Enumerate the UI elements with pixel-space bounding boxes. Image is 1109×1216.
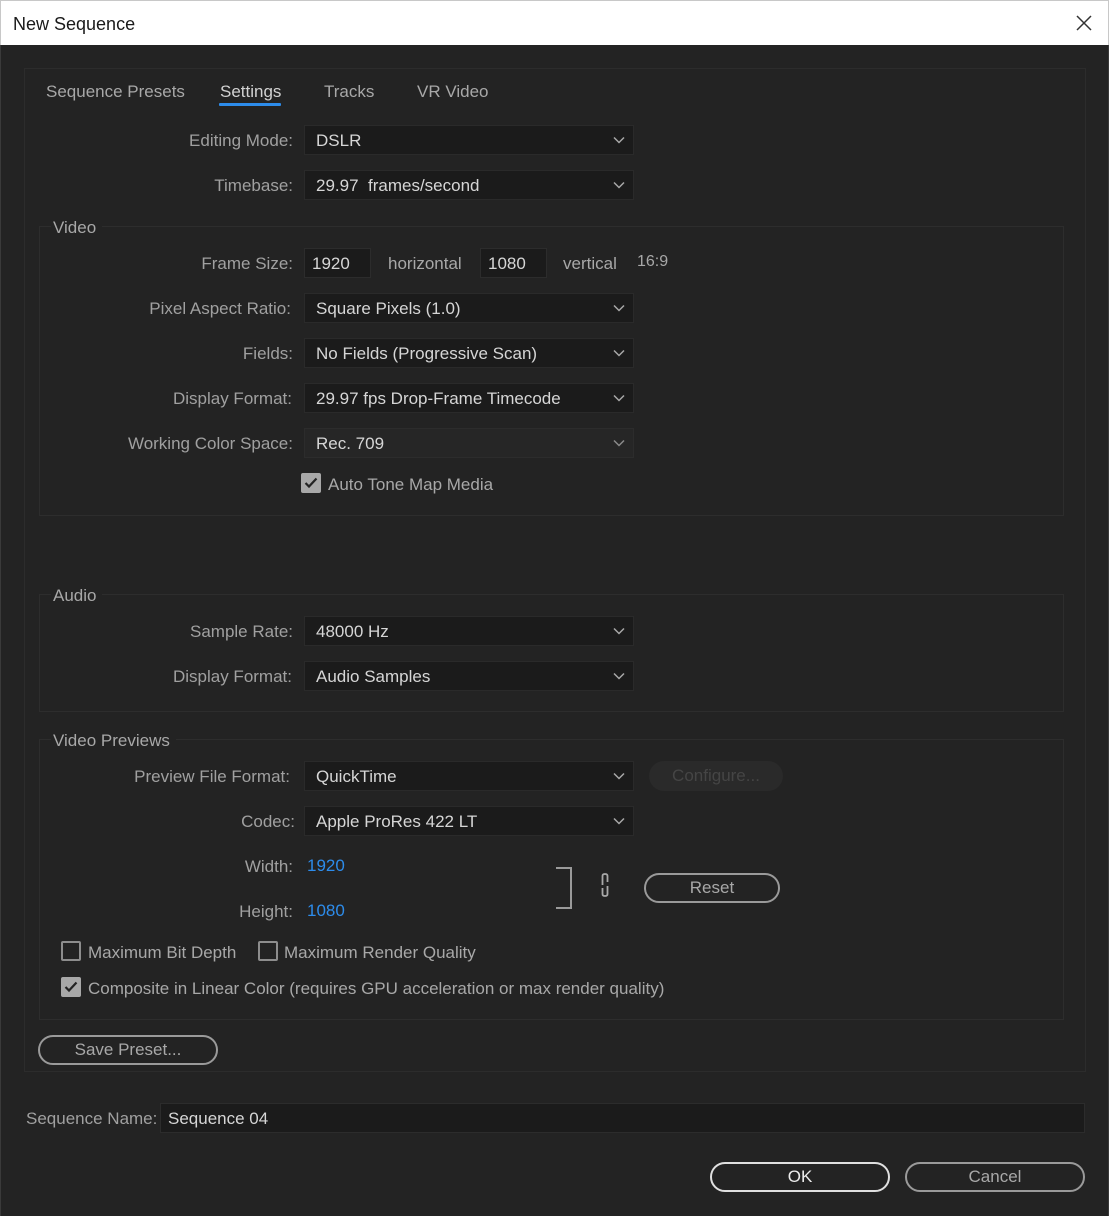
audio-display-format-value: Audio Samples	[316, 667, 431, 686]
composite-linear-checkbox[interactable]	[61, 977, 81, 997]
chevron-down-icon	[613, 136, 625, 144]
max-render-quality-label[interactable]: Maximum Render Quality	[284, 943, 476, 963]
sequence-name-label: Sequence Name:	[26, 1109, 158, 1128]
editing-mode-value: DSLR	[316, 131, 362, 150]
fields-label: Fields:	[242, 344, 293, 363]
pixel-aspect-dropdown[interactable]: Square Pixels (1.0)	[304, 293, 634, 323]
window-edge-left	[0, 45, 1, 1216]
window-title: New Sequence	[13, 14, 136, 34]
timebase-dropdown[interactable]: 29.97 frames/second	[304, 170, 634, 200]
preview-width-value[interactable]: 1920	[307, 856, 345, 876]
pixel-aspect-label: Pixel Aspect Ratio:	[149, 299, 291, 318]
cancel-button[interactable]: Cancel	[905, 1162, 1085, 1192]
video-previews-group-title: Video Previews	[51, 731, 176, 751]
title-bar: New Sequence	[0, 0, 1109, 45]
chevron-down-icon	[613, 181, 625, 189]
video-display-format-dropdown[interactable]: 29.97 fps Drop-Frame Timecode	[304, 383, 634, 413]
frame-height-input[interactable]: 1080	[480, 248, 547, 278]
chevron-down-icon	[613, 627, 625, 635]
frame-width-input[interactable]: 1920	[304, 248, 371, 278]
sample-rate-label: Sample Rate:	[190, 622, 293, 641]
sample-rate-value: 48000 Hz	[316, 622, 389, 641]
video-display-format-value: 29.97 fps Drop-Frame Timecode	[316, 389, 561, 408]
audio-display-format-label: Display Format:	[172, 667, 292, 686]
preview-height-label: Height:	[239, 902, 293, 921]
preview-width-label: Width:	[244, 857, 293, 876]
fields-value: No Fields (Progressive Scan)	[316, 344, 538, 363]
codec-dropdown[interactable]: Apple ProRes 422 LT	[304, 806, 634, 836]
close-button[interactable]	[1072, 11, 1096, 35]
audio-group	[39, 594, 1064, 712]
video-group-title: Video	[51, 218, 103, 238]
audio-group-title: Audio	[51, 586, 103, 606]
frame-size-label: Frame Size:	[201, 254, 293, 273]
sequence-name-input[interactable]: Sequence 04	[160, 1103, 1085, 1133]
codec-label: Codec:	[241, 812, 295, 831]
video-group	[39, 226, 1064, 516]
editing-mode-dropdown[interactable]: DSLR	[304, 125, 634, 155]
max-bit-depth-checkbox[interactable]	[61, 941, 81, 961]
chevron-down-icon	[613, 349, 625, 357]
max-bit-depth-label[interactable]: Maximum Bit Depth	[88, 943, 236, 963]
reset-button[interactable]: Reset	[644, 873, 780, 903]
sample-rate-dropdown[interactable]: 48000 Hz	[304, 616, 634, 646]
active-tab-indicator	[219, 103, 281, 106]
working-color-space-label: Working Color Space:	[127, 434, 293, 453]
composite-linear-label[interactable]: Composite in Linear Color (requires GPU …	[88, 979, 664, 999]
link-bracket	[556, 867, 572, 909]
chevron-down-icon	[613, 672, 625, 680]
tab-vr-video[interactable]: VR Video	[417, 82, 489, 102]
timebase-value: 29.97 frames/second	[316, 176, 480, 195]
preview-file-format-dropdown[interactable]: QuickTime	[304, 761, 634, 791]
checkmark-icon	[304, 477, 318, 489]
preview-height-value[interactable]: 1080	[307, 901, 345, 921]
max-render-quality-checkbox[interactable]	[258, 941, 278, 961]
working-color-space-value: Rec. 709	[316, 434, 385, 453]
editing-mode-label: Editing Mode:	[189, 131, 293, 150]
tab-settings[interactable]: Settings	[220, 82, 281, 102]
video-display-format-label: Display Format:	[172, 389, 292, 408]
checkmark-icon	[64, 981, 78, 993]
auto-tone-map-label[interactable]: Auto Tone Map Media	[328, 475, 493, 495]
configure-button[interactable]: Configure...	[649, 761, 783, 791]
chevron-down-icon	[613, 439, 625, 447]
tab-tracks[interactable]: Tracks	[324, 82, 374, 102]
aspect-ratio-value: 16:9	[637, 253, 669, 270]
audio-display-format-dropdown[interactable]: Audio Samples	[304, 661, 634, 691]
preview-file-format-label: Preview File Format:	[134, 767, 290, 786]
close-icon	[1076, 15, 1092, 31]
chevron-down-icon	[613, 394, 625, 402]
save-preset-button[interactable]: Save Preset...	[38, 1035, 218, 1065]
chevron-down-icon	[613, 817, 625, 825]
chevron-down-icon	[613, 304, 625, 312]
horizontal-label: horizontal	[388, 254, 462, 273]
tab-sequence-presets[interactable]: Sequence Presets	[46, 82, 185, 102]
chain-link-icon[interactable]	[598, 873, 612, 897]
auto-tone-map-checkbox[interactable]	[301, 473, 321, 493]
codec-value: Apple ProRes 422 LT	[316, 812, 478, 831]
working-color-space-dropdown[interactable]: Rec. 709	[304, 428, 634, 458]
preview-file-format-value: QuickTime	[316, 767, 397, 786]
pixel-aspect-value: Square Pixels (1.0)	[316, 299, 461, 318]
ok-button[interactable]: OK	[710, 1162, 890, 1192]
timebase-label: Timebase:	[214, 176, 293, 195]
fields-dropdown[interactable]: No Fields (Progressive Scan)	[304, 338, 634, 368]
vertical-label: vertical	[563, 254, 617, 273]
chevron-down-icon	[613, 772, 625, 780]
